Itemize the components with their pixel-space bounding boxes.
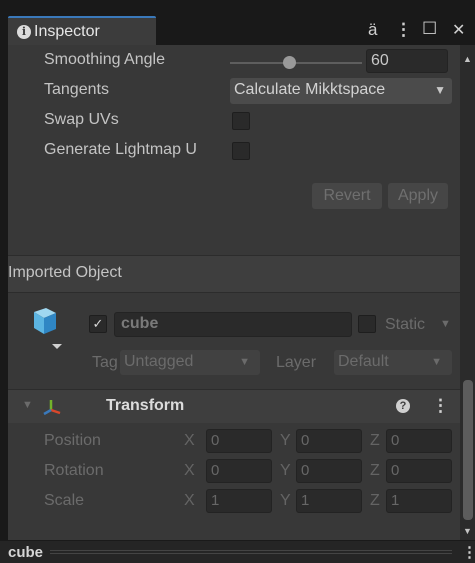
scroll-up-icon[interactable]: ▲ — [463, 54, 472, 64]
apply-button[interactable]: Apply — [388, 183, 448, 209]
lock-icon[interactable]: ä — [368, 20, 377, 40]
axis-x-label: X — [184, 492, 195, 509]
axis-z-label: Z — [370, 432, 380, 449]
divider — [8, 292, 460, 293]
axis-x-label: X — [184, 462, 195, 479]
revert-button[interactable]: Revert — [312, 183, 382, 209]
object-name-field[interactable]: cube — [114, 312, 352, 337]
menu-icon[interactable]: ⋮ — [395, 20, 412, 40]
axis-z-label: Z — [370, 492, 380, 509]
active-checkbox[interactable]: ✓ — [89, 315, 107, 333]
smoothing-angle-label: Smoothing Angle — [44, 51, 165, 68]
rotation-x-field[interactable]: 0 — [206, 459, 272, 483]
imported-object-title: Imported Object — [8, 264, 122, 281]
generate-lightmap-checkbox[interactable] — [232, 142, 250, 160]
tag-dropdown[interactable]: Untagged ▼ — [120, 350, 260, 375]
tag-value: Untagged — [124, 353, 194, 370]
chevron-down-icon[interactable]: ▼ — [440, 318, 451, 330]
rotation-y-field[interactable]: 0 — [296, 459, 362, 483]
smoothing-angle-field[interactable]: 60 — [366, 49, 448, 73]
transform-row-label: Position — [44, 432, 101, 449]
tab-title: Inspector — [34, 23, 100, 40]
tab-inspector[interactable]: i Inspector — [8, 16, 156, 45]
transform-title: Transform — [106, 397, 185, 414]
scroll-down-icon[interactable]: ▼ — [463, 526, 472, 536]
help-icon[interactable]: ? — [396, 399, 410, 413]
chevron-down-icon: ▼ — [434, 83, 446, 97]
close-icon[interactable]: ✕ — [452, 20, 465, 40]
scrollbar-thumb[interactable] — [463, 380, 473, 520]
tangents-dropdown[interactable]: Calculate Mikktspace ▼ — [230, 78, 452, 104]
chevron-down-icon: ▼ — [431, 356, 442, 368]
transform-row-label: Scale — [44, 492, 85, 509]
layer-value: Default — [338, 353, 389, 370]
scale-x-field[interactable]: 1 — [206, 489, 272, 513]
status-bar: cube ⋮ — [0, 540, 475, 563]
swap-uvs-checkbox[interactable] — [232, 112, 250, 130]
static-checkbox[interactable] — [358, 315, 376, 333]
inspector-panel: Smoothing Angle 60 Tangents Calculate Mi… — [8, 45, 460, 540]
maximize-icon[interactable]: ☐ — [422, 19, 437, 39]
chevron-down-icon: ▼ — [239, 356, 250, 368]
layer-dropdown[interactable]: Default ▼ — [334, 350, 452, 375]
axis-z-label: Z — [370, 462, 380, 479]
position-x-field[interactable]: 0 — [206, 429, 272, 453]
transform-axis-icon — [43, 400, 61, 416]
imported-object-header: Imported Object — [8, 256, 460, 292]
axis-x-label: X — [184, 432, 195, 449]
axis-y-label: Y — [280, 492, 291, 509]
scale-z-field[interactable]: 1 — [386, 489, 452, 513]
transform-header[interactable]: ▼ Transform ? ⋮ — [8, 390, 460, 423]
status-object-name: cube — [8, 544, 44, 561]
static-label: Static — [385, 316, 426, 333]
axis-y-label: Y — [280, 432, 291, 449]
status-menu-icon[interactable]: ⋮ — [462, 543, 475, 561]
resize-handle[interactable] — [50, 550, 452, 554]
cube-prefab-icon — [34, 308, 62, 349]
component-menu-icon[interactable]: ⋮ — [432, 396, 449, 416]
scale-y-field[interactable]: 1 — [296, 489, 362, 513]
tangents-value: Calculate Mikktspace — [234, 81, 386, 98]
tangents-label: Tangents — [44, 81, 109, 98]
info-icon: i — [17, 25, 31, 39]
slider-knob[interactable] — [283, 56, 297, 69]
axis-y-label: Y — [280, 462, 291, 479]
tag-label: Tag — [92, 354, 118, 371]
foldout-arrow-icon[interactable]: ▼ — [22, 399, 33, 411]
layer-label: Layer — [276, 354, 317, 371]
transform-row-label: Rotation — [44, 462, 104, 479]
rotation-z-field[interactable]: 0 — [386, 459, 452, 483]
position-z-field[interactable]: 0 — [386, 429, 452, 453]
swap-uvs-label: Swap UVs — [44, 111, 119, 128]
generate-lightmap-label: Generate Lightmap U — [44, 141, 197, 158]
position-y-field[interactable]: 0 — [296, 429, 362, 453]
